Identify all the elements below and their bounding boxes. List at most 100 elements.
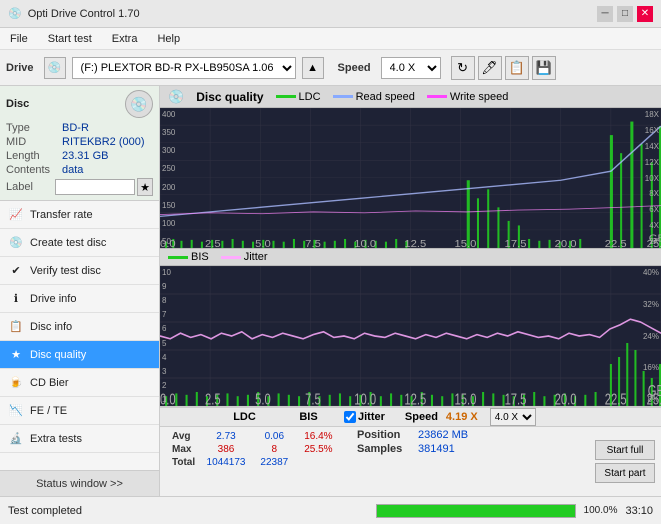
- sidebar-menu: 📈 Transfer rate 💿 Create test disc ✔ Ver…: [0, 201, 159, 470]
- svg-text:17.5: 17.5: [505, 391, 527, 406]
- svg-text:12.5: 12.5: [404, 391, 426, 406]
- disc-contents-val: data: [62, 164, 83, 176]
- speed-select[interactable]: 4.0 X 1.0 X 2.0 X 6.0 X 8.0 X: [381, 57, 441, 79]
- svg-text:15.0: 15.0: [454, 391, 476, 406]
- start-full-button[interactable]: Start full: [595, 440, 655, 460]
- charts-container: 0.0 2.5 5.0 7.5 10.0 12.5 15.0 17.5 20.0…: [160, 108, 661, 406]
- minimize-button[interactable]: ─: [597, 6, 613, 22]
- progress-pct: 100.0%: [584, 505, 618, 516]
- svg-text:GB: GB: [649, 233, 661, 244]
- toolbar-icon-1[interactable]: ↻: [451, 56, 475, 80]
- sidebar-item-label: Drive info: [30, 293, 76, 305]
- start-buttons-panel: Start full Start part: [589, 427, 661, 496]
- sidebar-item-label: Disc quality: [30, 349, 86, 361]
- sidebar-item-cd-bier[interactable]: 🍺 CD Bier: [0, 369, 159, 397]
- disc-info-icon: 📋: [8, 319, 24, 335]
- disc-label-label: Label: [6, 181, 55, 193]
- svg-text:0.0: 0.0: [160, 391, 176, 406]
- stats-bis-header: BIS: [281, 411, 336, 423]
- toolbar-icon-4[interactable]: 💾: [532, 56, 556, 80]
- right-panel: 💿 Disc quality LDC Read speed Write spee…: [160, 86, 661, 496]
- stats-row-total: Total 1044173 22387: [168, 456, 341, 469]
- stats-data-area: Avg 2.73 0.06 16.4% Max 386 8 25.5%: [160, 427, 661, 496]
- stats-header-row: LDC BIS Jitter Speed 4.19 X 4.0 X 8.0 X: [160, 407, 661, 427]
- sidebar-item-transfer-rate[interactable]: 📈 Transfer rate: [0, 201, 159, 229]
- jitter-checkbox-container: Jitter: [344, 411, 385, 423]
- disc-quality-title: Disc quality: [196, 90, 263, 104]
- sidebar-item-disc-info[interactable]: 📋 Disc info: [0, 313, 159, 341]
- drive-refresh-icon[interactable]: ▲: [302, 57, 324, 79]
- sidebar-item-label: Verify test disc: [30, 265, 101, 277]
- total-label: Total: [168, 456, 199, 469]
- disc-quality-icon: ★: [8, 347, 24, 363]
- sidebar-item-verify-test-disc[interactable]: ✔ Verify test disc: [0, 257, 159, 285]
- legend-bis: BIS: [168, 251, 209, 263]
- sidebar-item-extra-tests[interactable]: 🔬 Extra tests: [0, 425, 159, 453]
- total-jitter: [296, 456, 341, 469]
- cd-bier-icon: 🍺: [8, 375, 24, 391]
- disc-label-input[interactable]: [55, 179, 135, 195]
- drive-select[interactable]: (F:) PLEXTOR BD-R PX-LB950SA 1.06: [72, 57, 296, 79]
- progress-bar: [376, 504, 576, 518]
- sidebar: Disc 💿 Type BD-R MID RITEKBR2 (000) Leng…: [0, 86, 160, 496]
- verify-test-disc-icon: ✔: [8, 263, 24, 279]
- svg-text:10.0: 10.0: [354, 391, 376, 406]
- statusbar: Test completed 100.0% 33:10: [0, 496, 661, 524]
- sidebar-item-create-test-disc[interactable]: 💿 Create test disc: [0, 229, 159, 257]
- disc-mid-val: RITEKBR2 (000): [62, 136, 145, 148]
- samples-label: Samples: [357, 443, 412, 455]
- sidebar-item-label: Create test disc: [30, 237, 106, 249]
- svg-text:GB: GB: [648, 382, 661, 399]
- sidebar-item-fe-te[interactable]: 📉 FE / TE: [0, 397, 159, 425]
- svg-text:0.0: 0.0: [160, 239, 176, 248]
- sidebar-item-disc-quality[interactable]: ★ Disc quality: [0, 341, 159, 369]
- menu-help[interactable]: Help: [153, 31, 184, 47]
- max-ldc: 386: [199, 443, 253, 456]
- svg-text:22.5: 22.5: [605, 239, 627, 248]
- disc-label-apply-button[interactable]: ★: [137, 178, 153, 196]
- menu-extra[interactable]: Extra: [108, 31, 142, 47]
- maximize-button[interactable]: □: [617, 6, 633, 22]
- status-time: 33:10: [625, 505, 653, 517]
- bottom-chart-header: BIS Jitter: [160, 248, 661, 266]
- max-jitter: 25.5%: [296, 443, 341, 456]
- toolbar-icon-2[interactable]: 🖊: [478, 56, 502, 80]
- svg-text:20.0: 20.0: [555, 239, 577, 248]
- sidebar-item-label: Extra tests: [30, 433, 82, 445]
- speed-display-select[interactable]: 4.0 X 8.0 X: [490, 408, 536, 426]
- top-chart-svg: 0.0 2.5 5.0 7.5 10.0 12.5 15.0 17.5 20.0…: [160, 108, 661, 248]
- samples-val: 381491: [418, 443, 455, 455]
- close-button[interactable]: ✕: [637, 6, 653, 22]
- status-window-label: Status window >>: [36, 478, 123, 490]
- status-window-button[interactable]: Status window >>: [0, 470, 159, 496]
- bottom-chart: 0.0 2.5 5.0 7.5 10.0 12.5 15.0 17.5 20.0…: [160, 266, 661, 406]
- top-chart: 0.0 2.5 5.0 7.5 10.0 12.5 15.0 17.5 20.0…: [160, 108, 661, 248]
- disc-mid-label: MID: [6, 136, 62, 148]
- menubar: File Start test Extra Help: [0, 28, 661, 50]
- drive-eject-icon[interactable]: 💿: [44, 57, 66, 79]
- position-label: Position: [357, 429, 412, 441]
- main-layout: Disc 💿 Type BD-R MID RITEKBR2 (000) Leng…: [0, 86, 661, 496]
- menu-starttest[interactable]: Start test: [44, 31, 96, 47]
- legend-ldc: LDC: [276, 91, 321, 103]
- max-bis: 8: [253, 443, 296, 456]
- svg-text:17.5: 17.5: [505, 239, 527, 248]
- stats-samples-row: Samples 381491: [357, 443, 581, 455]
- disc-icon: 💿: [125, 90, 153, 118]
- create-test-disc-icon: 💿: [8, 235, 24, 251]
- titlebar: 💿 Opti Drive Control 1.70 ─ □ ✕: [0, 0, 661, 28]
- legend-write-speed-label: Write speed: [450, 91, 509, 103]
- start-part-button[interactable]: Start part: [595, 463, 655, 483]
- total-ldc: 1044173: [199, 456, 253, 469]
- stats-row-avg: Avg 2.73 0.06 16.4%: [168, 430, 341, 443]
- legend-read-speed: Read speed: [333, 91, 415, 103]
- svg-text:7.5: 7.5: [305, 239, 321, 248]
- transfer-rate-icon: 📈: [8, 207, 24, 223]
- fe-te-icon: 📉: [8, 403, 24, 419]
- toolbar-icon-3[interactable]: 📋: [505, 56, 529, 80]
- jitter-checkbox[interactable]: [344, 411, 356, 423]
- sidebar-item-drive-info[interactable]: ℹ Drive info: [0, 285, 159, 313]
- stats-bar: LDC BIS Jitter Speed 4.19 X 4.0 X 8.0 X: [160, 406, 661, 496]
- legend-read-speed-label: Read speed: [356, 91, 415, 103]
- menu-file[interactable]: File: [6, 31, 32, 47]
